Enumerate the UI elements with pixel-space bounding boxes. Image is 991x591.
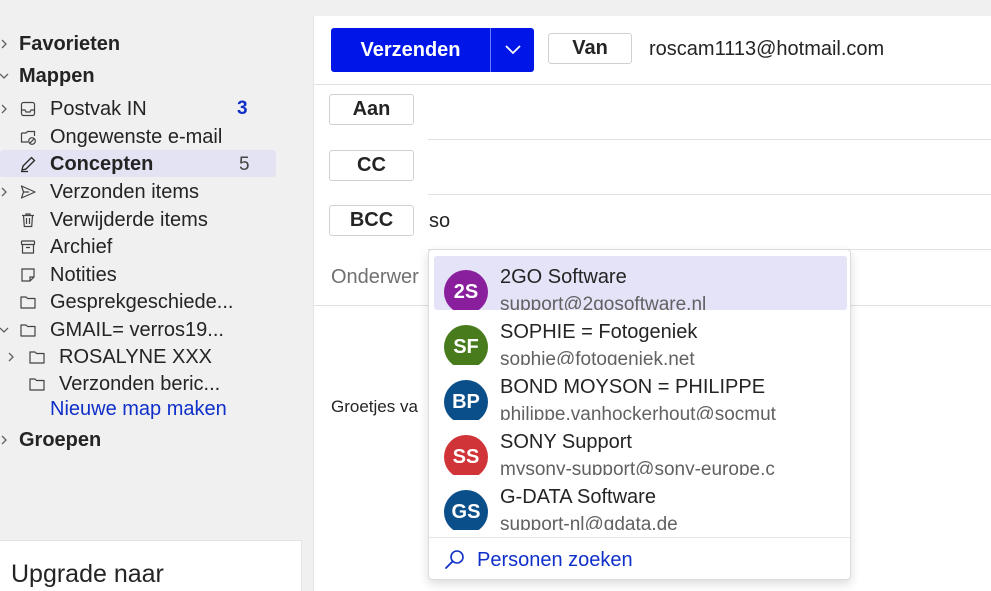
cc-button[interactable]: CC <box>329 150 414 181</box>
sidebar-item-label: Ongewenste e-mail <box>50 125 223 148</box>
avatar: SF <box>444 325 488 365</box>
sidebar-item-drafts[interactable]: Concepten 5 <box>0 150 276 178</box>
sent-icon <box>18 182 38 202</box>
suggestion-item[interactable]: 2S 2GO Software support@2gosoftware.nl <box>434 256 847 310</box>
from-button[interactable]: Van <box>548 33 632 64</box>
avatar: BP <box>444 380 488 420</box>
sidebar-item-label: Concepten <box>50 152 154 175</box>
suggestion-email: sophie@fotogeniek.net <box>500 349 695 365</box>
suggestion-item[interactable]: GS G-DATA Software support-nl@gdata.de <box>434 476 847 530</box>
bcc-button[interactable]: BCC <box>329 205 414 236</box>
suggestion-name: SOPHIE = Fotogeniek <box>500 321 698 343</box>
sidebar-item-label: Notities <box>50 263 117 286</box>
chevron-down-icon[interactable] <box>0 69 11 83</box>
sidebar-item-archive[interactable]: Archief <box>0 233 112 261</box>
search-people-button[interactable]: Personen zoeken <box>443 548 633 572</box>
suggestion-name: 2GO Software <box>500 266 627 288</box>
sidebar-item-label: Archief <box>50 235 113 258</box>
avatar: SS <box>444 435 488 475</box>
suggestion-item[interactable]: BP BOND MOYSON = PHILIPPE philippe.vanho… <box>434 366 847 420</box>
suggestion-name: G-DATA Software <box>500 486 656 508</box>
favorites-group[interactable]: Favorieten <box>0 30 120 58</box>
divider <box>428 139 991 140</box>
chevron-down-icon[interactable] <box>0 323 11 337</box>
sidebar-item-gmail-sent[interactable]: Verzonden beric... <box>0 370 220 398</box>
new-folder-link[interactable]: Nieuwe map maken <box>50 398 227 421</box>
send-options-dropdown[interactable] <box>491 28 534 72</box>
groups-group[interactable]: Groepen <box>0 426 101 454</box>
draft-count-badge: 5 <box>239 154 250 175</box>
chevron-right-icon[interactable] <box>4 350 18 364</box>
folders-group[interactable]: Mappen <box>0 62 95 90</box>
favorites-label: Favorieten <box>19 32 121 55</box>
suggestion-item[interactable]: SS SONY Support mysony-support@sony-euro… <box>434 421 847 475</box>
sidebar-item-label: Postvak IN <box>50 97 147 120</box>
folder-icon <box>18 320 38 340</box>
divider <box>429 537 850 538</box>
sidebar-item-label: GMAIL= verros19... <box>50 318 224 341</box>
suggestion-email: mysony-support@sony-europe.c <box>500 459 775 475</box>
folders-label: Mappen <box>19 64 95 87</box>
divider <box>313 84 991 85</box>
sidebar-item-label: Verwijderde items <box>50 208 208 231</box>
groups-label: Groepen <box>19 428 102 451</box>
folder-icon <box>18 292 38 312</box>
subject-input[interactable]: Onderwer <box>331 266 419 289</box>
drafts-icon <box>18 154 38 174</box>
inbox-icon <box>18 99 38 119</box>
suggestion-name: BOND MOYSON = PHILIPPE <box>500 376 766 398</box>
chevron-right-icon[interactable] <box>0 102 11 116</box>
suggestion-item[interactable]: SF SOPHIE = Fotogeniek sophie@fotogeniek… <box>434 311 847 365</box>
sidebar-item-label: Verzonden beric... <box>59 372 221 395</box>
folder-pane: Favorieten Mappen Postvak IN 3 Ongewenst… <box>0 0 302 591</box>
trash-icon <box>18 210 38 230</box>
sidebar-item-junk[interactable]: Ongewenste e-mail <box>0 123 222 151</box>
folder-icon <box>27 374 47 394</box>
recipient-suggestions-popup: 2S 2GO Software support@2gosoftware.nl S… <box>428 249 851 580</box>
notes-icon <box>18 265 38 285</box>
junk-icon <box>18 127 38 147</box>
sidebar-item-gmail-account[interactable]: GMAIL= verros19... <box>0 316 224 344</box>
avatar: GS <box>444 490 488 530</box>
suggestion-email: support-nl@gdata.de <box>500 514 678 530</box>
sidebar-item-deleted[interactable]: Verwijderde items <box>0 206 208 234</box>
archive-icon <box>18 237 38 257</box>
to-button[interactable]: Aan <box>329 94 414 125</box>
sidebar-item-inbox[interactable]: Postvak IN 3 <box>0 95 276 123</box>
send-button[interactable]: Verzenden <box>331 28 490 72</box>
from-address: roscam1113@hotmail.com <box>649 38 885 60</box>
top-strip <box>300 0 991 16</box>
folder-icon <box>27 347 47 367</box>
chevron-right-icon[interactable] <box>0 433 11 447</box>
suggestion-email: philippe.vanhockerhout@socmut <box>500 404 776 420</box>
sidebar-item-rosalyne[interactable]: ROSALYNE XXX <box>0 343 212 371</box>
suggestion-email: support@2gosoftware.nl <box>500 294 707 310</box>
upgrade-text: Upgrade naar <box>11 560 164 588</box>
sidebar-item-conversation-history[interactable]: Gesprekgeschiede... <box>0 288 233 316</box>
avatar: 2S <box>444 270 488 310</box>
sidebar-item-label: ROSALYNE XXX <box>59 345 213 368</box>
message-body[interactable]: Groetjes va <box>331 397 418 417</box>
suggestion-name: SONY Support <box>500 431 632 453</box>
search-icon <box>443 548 467 572</box>
sidebar-item-label: Verzonden items <box>50 180 199 203</box>
search-people-label: Personen zoeken <box>477 548 633 571</box>
chevron-down-icon <box>503 44 523 56</box>
bcc-input[interactable]: so <box>429 210 450 233</box>
chevron-right-icon[interactable] <box>0 185 11 199</box>
sidebar-item-label: Gesprekgeschiede... <box>50 290 234 313</box>
chevron-right-icon[interactable] <box>0 37 11 51</box>
divider <box>428 194 991 195</box>
unread-count-badge: 3 <box>237 98 248 119</box>
sidebar-item-sent[interactable]: Verzonden items <box>0 178 199 206</box>
sidebar-item-notes[interactable]: Notities <box>0 261 117 289</box>
